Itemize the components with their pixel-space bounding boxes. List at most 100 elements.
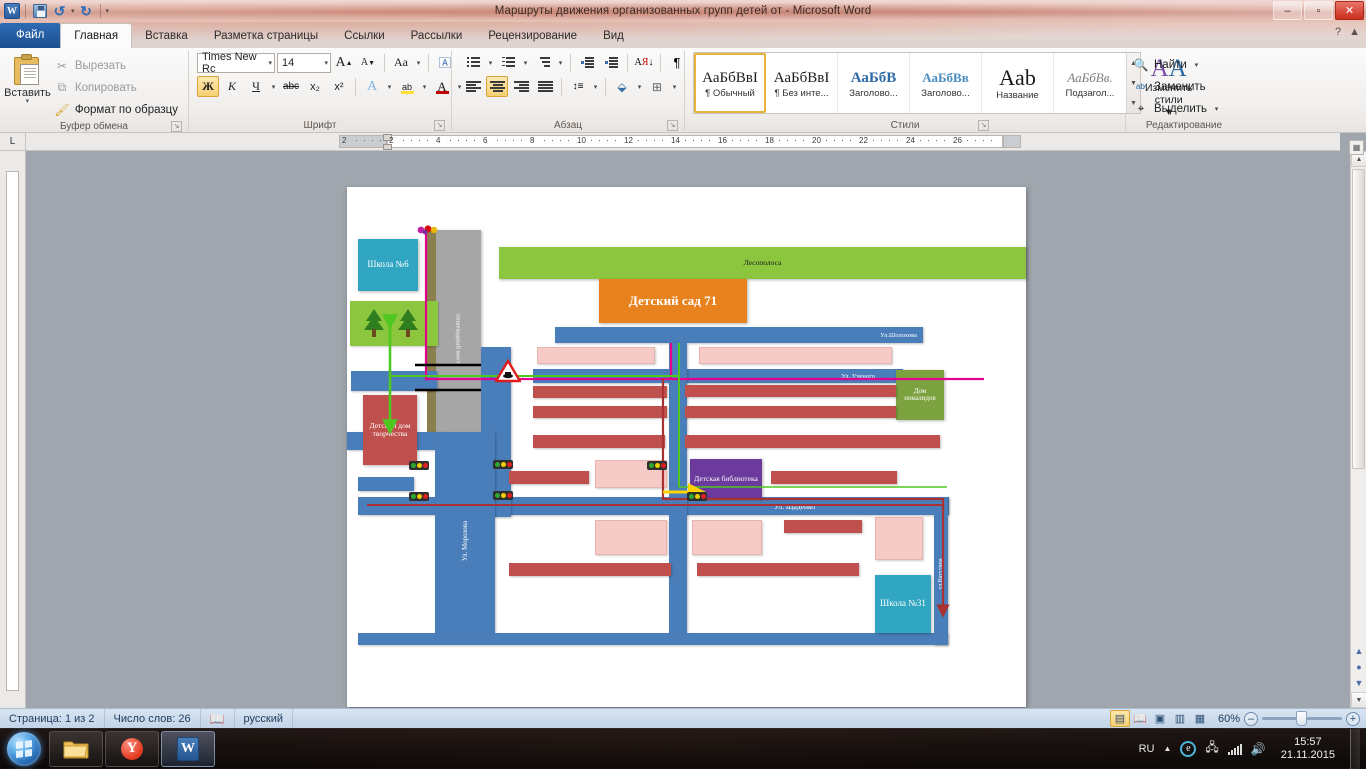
- document-page-1[interactable]: Лесополоса пешеходный мост Школа №6 Детс…: [347, 187, 1026, 707]
- show-desktop-button[interactable]: [1350, 728, 1360, 769]
- taskbar-item-word[interactable]: W: [161, 730, 215, 767]
- zoom-slider-thumb[interactable]: [1296, 711, 1307, 726]
- style-item-heading1[interactable]: АаБбВ Заголово...: [838, 53, 910, 113]
- building-red[interactable]: [685, 385, 896, 397]
- pedestrian-crossing-sign[interactable]: [493, 358, 523, 383]
- clipboard-dialog-launcher[interactable]: ↘: [171, 121, 182, 132]
- italic-button[interactable]: К: [221, 76, 243, 97]
- traffic-light[interactable]: [409, 492, 429, 501]
- chevron-down-icon[interactable]: ▾: [385, 83, 394, 91]
- tab-view[interactable]: Вид: [590, 24, 637, 48]
- internet-explorer-icon[interactable]: e: [1180, 740, 1197, 757]
- grow-font-button[interactable]: A ▲: [333, 52, 355, 73]
- language-indicator[interactable]: русский: [235, 708, 293, 729]
- building-red[interactable]: [509, 471, 589, 484]
- find-button[interactable]: 🔍 Найти ▾: [1130, 54, 1207, 75]
- network-icon[interactable]: 🖧: [1205, 738, 1218, 759]
- tab-home[interactable]: Главная: [60, 23, 133, 48]
- paragraph-dialog-launcher[interactable]: ↘: [667, 120, 678, 131]
- building-red[interactable]: [685, 406, 896, 418]
- traffic-light[interactable]: [493, 460, 513, 469]
- building-red[interactable]: [509, 563, 671, 576]
- select-button[interactable]: ⌖ Выделить ▾: [1130, 98, 1227, 119]
- chevron-down-icon[interactable]: ▾: [1212, 105, 1221, 113]
- street-vatutina[interactable]: ул.Ватутина: [934, 497, 948, 645]
- traffic-light[interactable]: [409, 461, 429, 470]
- building-red[interactable]: [533, 406, 667, 418]
- building-red[interactable]: [784, 520, 862, 533]
- tab-insert[interactable]: Вставка: [132, 24, 201, 48]
- shading-button[interactable]: ⬙: [611, 76, 633, 97]
- chevron-down-icon[interactable]: ▾: [670, 83, 679, 91]
- view-print-layout[interactable]: ▤: [1109, 710, 1130, 727]
- styles-gallery[interactable]: АаБбВвI ¶ Обычный АаБбВвI ¶ Без инте... …: [693, 52, 1141, 114]
- numbering-button[interactable]: [497, 52, 519, 73]
- building-pink[interactable]: [692, 520, 762, 555]
- map-diagram[interactable]: Лесополоса пешеходный мост Школа №6 Детс…: [347, 187, 1026, 707]
- horizontal-ruler[interactable]: 2 2 4 6 8 10 12 14 16 18 20 22 24 26: [26, 133, 1340, 151]
- creativity-house-block[interactable]: Детский дом творчества: [363, 395, 417, 465]
- building-red[interactable]: [697, 563, 859, 576]
- borders-button[interactable]: ⊞: [646, 76, 668, 97]
- style-item-heading2[interactable]: АаБбВв Заголово...: [910, 53, 982, 113]
- document-canvas[interactable]: Лесополоса пешеходный мост Школа №6 Детс…: [26, 151, 1350, 708]
- next-page-icon[interactable]: ▼: [1352, 676, 1366, 690]
- vertical-ruler[interactable]: [0, 151, 26, 708]
- style-item-subtitle[interactable]: АаБбВв. Подзагол...: [1054, 53, 1126, 113]
- tab-references[interactable]: Ссылки: [331, 24, 398, 48]
- taskbar-item-yandex-browser[interactable]: Y: [105, 730, 159, 767]
- paste-dropdown-icon[interactable]: ▾: [26, 98, 30, 105]
- chevron-down-icon[interactable]: ▾: [414, 59, 423, 67]
- style-item-normal[interactable]: АаБбВвI ¶ Обычный: [694, 53, 766, 113]
- page-indicator[interactable]: Страница: 1 из 2: [0, 708, 105, 729]
- format-painter-button[interactable]: 🖌 Формат по образцу: [51, 99, 184, 120]
- traffic-light[interactable]: [493, 491, 513, 500]
- scroll-down-button[interactable]: ▼: [1351, 692, 1366, 708]
- chevron-down-icon[interactable]: ▾: [486, 59, 495, 67]
- chevron-down-icon[interactable]: ▾: [556, 59, 565, 67]
- school6-block[interactable]: Школа №6: [358, 239, 418, 291]
- tab-review[interactable]: Рецензирование: [475, 24, 590, 48]
- select-browse-object-icon[interactable]: ●: [1352, 660, 1366, 674]
- align-right-button[interactable]: [510, 76, 532, 97]
- pedestrian-bridge-block[interactable]: пешеходный мост: [435, 230, 481, 448]
- text-highlight-button[interactable]: ab: [396, 76, 418, 97]
- chevron-down-icon[interactable]: ▾: [420, 83, 429, 91]
- underline-button[interactable]: Ч: [245, 76, 267, 97]
- traffic-light[interactable]: [687, 492, 707, 501]
- font-name-input[interactable]: Times New Rc ▾: [197, 51, 275, 75]
- word-count[interactable]: Число слов: 26: [105, 708, 201, 729]
- view-draft[interactable]: ▦: [1190, 710, 1210, 727]
- chevron-down-icon[interactable]: ▾: [521, 59, 530, 67]
- bold-button[interactable]: Ж: [197, 76, 219, 97]
- styles-dialog-launcher[interactable]: ↘: [978, 120, 989, 131]
- building-red[interactable]: [533, 386, 667, 398]
- tab-mailings[interactable]: Рассылки: [398, 24, 476, 48]
- building-red[interactable]: [533, 435, 665, 448]
- disabled-home-block[interactable]: Дом инвалидов: [896, 370, 944, 420]
- chevron-down-icon[interactable]: ▾: [591, 83, 600, 91]
- superscript-button[interactable]: x²: [328, 76, 350, 97]
- street-uchenogo[interactable]: Ул. Ученого: [533, 369, 903, 383]
- view-ruler-button[interactable]: ▦: [1349, 140, 1364, 155]
- collapse-ribbon-icon[interactable]: ▲: [1349, 26, 1360, 38]
- subscript-button[interactable]: x₂: [304, 76, 326, 97]
- view-web-layout[interactable]: ▣: [1150, 710, 1170, 727]
- justify-button[interactable]: [534, 76, 556, 97]
- multilevel-list-button[interactable]: [532, 52, 554, 73]
- street-sholohova[interactable]: Ул.Шолохова: [555, 327, 923, 343]
- strikethrough-button[interactable]: abc: [280, 76, 302, 97]
- scrollbar-thumb[interactable]: [1352, 169, 1365, 469]
- chevron-down-icon[interactable]: ▾: [635, 83, 644, 91]
- zoom-level-label[interactable]: 60%: [1218, 713, 1240, 725]
- building-red[interactable]: [685, 435, 940, 448]
- change-case-button[interactable]: Aa: [390, 52, 412, 73]
- vertical-scrollbar[interactable]: ▲ ▲ ● ▼ ▼: [1350, 151, 1366, 708]
- chevron-down-icon[interactable]: ▾: [269, 83, 278, 91]
- school31-block[interactable]: Школа №31: [875, 575, 931, 633]
- tab-file[interactable]: Файл: [0, 23, 61, 48]
- chevron-down-icon[interactable]: ▾: [264, 59, 272, 67]
- replace-button[interactable]: ab⁄ Заменить: [1130, 76, 1212, 97]
- signal-icon[interactable]: [1227, 743, 1242, 755]
- street-west-a[interactable]: [351, 371, 437, 391]
